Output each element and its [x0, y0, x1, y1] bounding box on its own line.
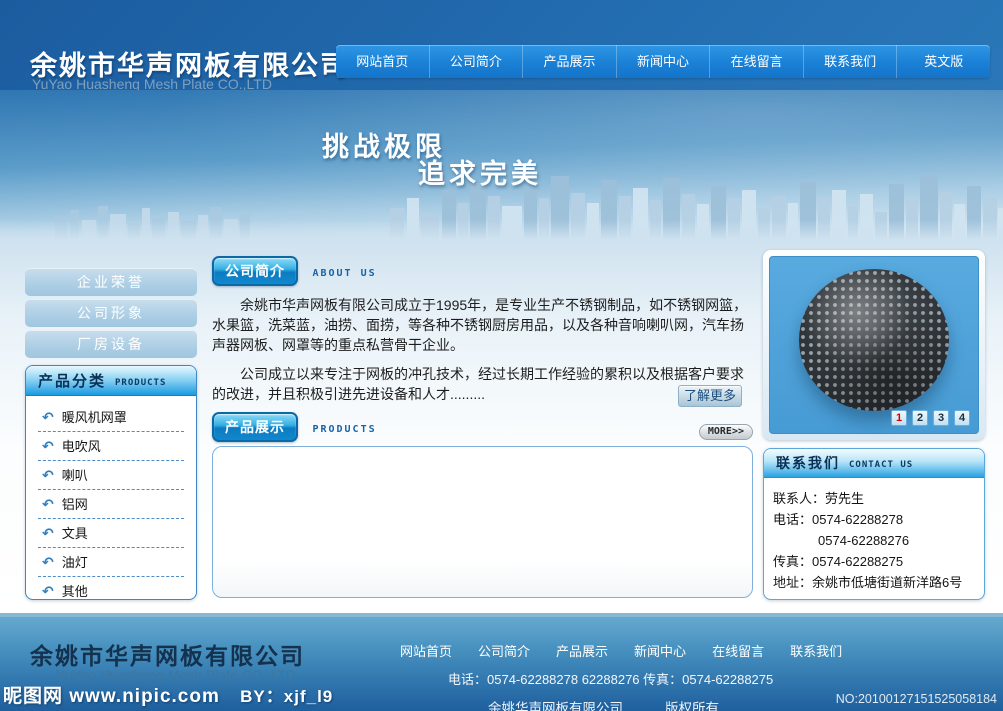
nav-item-4[interactable]: 新闻中心: [617, 45, 711, 78]
about-section-header: 公司简介 ABOUT US: [212, 256, 755, 286]
footer-serial-number: NO:20100127151525058184: [836, 692, 997, 706]
gallery-page-1[interactable]: 1: [891, 410, 907, 426]
category-item-2[interactable]: ↶ 电吹风: [38, 432, 184, 461]
contact-subtitle: CONTACT US: [849, 456, 913, 470]
about-paragraph-2: 公司成立以来专注于网板的冲孔技术，经过长期工作经验的累积以及根据客户要求的改进，…: [212, 364, 752, 404]
footer-nav-item-1[interactable]: 网站首页: [400, 641, 452, 660]
contact-line-1: 联系人：劳先生: [773, 488, 978, 509]
product-categories-list: ↶ 暖风机网罩 ↶ 电吹风 ↶ 喇叭 ↶ 铝网 ↶ 文具 ↶ 油灯 ↶ 其他: [26, 396, 196, 600]
footer-nav-item-5[interactable]: 在线留言: [712, 641, 764, 660]
category-label: 电吹风: [62, 436, 101, 455]
contact-line-2: 电话：0574-62288278: [773, 509, 978, 530]
category-label: 铝网: [62, 494, 88, 513]
products-section-subtitle: PRODUCTS: [312, 424, 376, 435]
product-gallery-card: 1234: [763, 250, 985, 440]
nav-item-6[interactable]: 联系我们: [804, 45, 898, 78]
learn-more-button[interactable]: 了解更多: [678, 385, 742, 407]
speaker-mesh-product-photo: [799, 269, 949, 411]
footer: 余姚市华声网板有限公司 YuYao Huasheng Mesh Plate CO…: [0, 613, 1003, 711]
footer-nav-item-2[interactable]: 公司简介: [478, 641, 530, 660]
footer-info: 网站首页 公司简介 产品展示 新闻中心 在线留言 联系我们 电话：0574-6228827…: [400, 641, 842, 711]
sidebar-button-1[interactable]: 企业荣誉: [25, 268, 197, 296]
nav-item-3[interactable]: 产品展示: [523, 45, 617, 78]
gallery-page-2[interactable]: 2: [912, 410, 928, 426]
sidebar-button-3[interactable]: 厂房设备: [25, 330, 197, 358]
contact-line-5: 地址：余姚市低塘街道新洋路6号: [773, 572, 978, 593]
product-categories-title: 产品分类: [38, 370, 106, 391]
curved-arrow-icon: ↶: [42, 555, 54, 569]
footer-nav-item-4[interactable]: 新闻中心: [634, 641, 686, 660]
gallery-pagination: 1234: [891, 410, 970, 426]
banner: 挑战极限 追求完美: [0, 90, 1003, 240]
slogan-line-2: 追求完美: [418, 152, 542, 191]
watermark: 昵图网 www.nipic.com BY：xjf_l9: [3, 681, 333, 708]
sidebar-button-2[interactable]: 公司形象: [25, 299, 197, 327]
nav-item-5[interactable]: 在线留言: [710, 45, 804, 78]
right-column: 1234 联系我们 CONTACT US 联系人：劳先生电话：0574-6228…: [763, 250, 985, 600]
about-section: 公司简介 ABOUT US 余姚市华声网板有限公司成立于1995年，是专业生产不…: [212, 256, 755, 404]
products-section-header: 产品展示 PRODUCTS MORE>>: [212, 412, 755, 442]
products-section-button[interactable]: 产品展示: [212, 412, 298, 442]
curved-arrow-icon: ↶: [42, 439, 54, 453]
nav-item-2[interactable]: 公司简介: [430, 45, 524, 78]
footer-nav-item-6[interactable]: 联系我们: [790, 641, 842, 660]
contact-card: 联系我们 CONTACT US 联系人：劳先生电话：0574-622882780…: [763, 448, 985, 600]
sidebar-buttons: 企业荣誉公司形象厂房设备: [25, 268, 197, 358]
curved-arrow-icon: ↶: [42, 497, 54, 511]
category-item-7[interactable]: ↶ 其他: [38, 577, 184, 600]
category-item-1[interactable]: ↶ 暖风机网罩: [38, 403, 184, 432]
category-item-5[interactable]: ↶ 文具: [38, 519, 184, 548]
product-categories-subtitle: PRODUCTS: [115, 374, 166, 388]
category-item-4[interactable]: ↶ 铝网: [38, 490, 184, 519]
category-item-3[interactable]: ↶ 喇叭: [38, 461, 184, 490]
skyline-fade: [0, 220, 1003, 240]
product-categories-box: 产品分类 PRODUCTS ↶ 暖风机网罩 ↶ 电吹风 ↶ 喇叭 ↶ 铝网 ↶ 文具 ↶ 油灯 ↶ 其他: [25, 365, 197, 600]
about-section-button[interactable]: 公司简介: [212, 256, 298, 286]
contact-line-3: 0574-62288276: [773, 530, 978, 551]
contact-title: 联系我们: [776, 453, 840, 473]
nav-item-7[interactable]: 英文版: [897, 45, 990, 78]
watermark-credit: BY：xjf_l9: [240, 687, 333, 706]
products-more-button[interactable]: MORE>>: [699, 424, 753, 440]
watermark-site: 昵图网 www.nipic.com: [3, 686, 220, 707]
products-display-box: [212, 446, 753, 598]
footer-phone-line: 电话：0574-62288278 62288276 传真：0574-622882…: [448, 669, 842, 688]
curved-arrow-icon: ↶: [42, 410, 54, 424]
sidebar: 企业荣誉公司形象厂房设备 产品分类 PRODUCTS ↶ 暖风机网罩 ↶ 电吹风 ↶ 喇叭…: [25, 268, 197, 600]
header: 余姚市华声网板有限公司 YuYao Huasheng Mesh Plate CO…: [0, 0, 1003, 90]
products-section: 产品展示 PRODUCTS MORE>>: [212, 412, 755, 598]
curved-arrow-icon: ↶: [42, 468, 54, 482]
footer-copyright: 余姚华声网板有限公司 版权所有: [488, 697, 842, 711]
curved-arrow-icon: ↶: [42, 584, 54, 598]
product-gallery-viewport: 1234: [769, 256, 979, 434]
nav-item-1[interactable]: 网站首页: [336, 45, 430, 78]
product-categories-header: 产品分类 PRODUCTS: [26, 366, 196, 396]
category-label: 喇叭: [62, 465, 88, 484]
page: 余姚市华声网板有限公司 YuYao Huasheng Mesh Plate CO…: [0, 0, 1003, 711]
gallery-page-4[interactable]: 4: [954, 410, 970, 426]
gallery-page-3[interactable]: 3: [933, 410, 949, 426]
footer-nav: 网站首页 公司简介 产品展示 新闻中心 在线留言 联系我们: [400, 641, 842, 660]
category-item-6[interactable]: ↶ 油灯: [38, 548, 184, 577]
footer-copyright-label: 版权所有: [665, 701, 719, 711]
footer-company-name: 余姚市华声网板有限公司: [30, 637, 305, 671]
category-label: 暖风机网罩: [62, 407, 127, 426]
category-label: 其他: [62, 581, 88, 600]
content: 企业荣誉公司形象厂房设备 产品分类 PRODUCTS ↶ 暖风机网罩 ↶ 电吹风 ↶ 喇叭…: [0, 240, 1003, 613]
category-label: 文具: [62, 523, 88, 542]
about-paragraph-1: 余姚市华声网板有限公司成立于1995年，是专业生产不锈钢制品，如不锈钢网篮，水果…: [212, 295, 752, 355]
curved-arrow-icon: ↶: [42, 526, 54, 540]
category-label: 油灯: [62, 552, 88, 571]
footer-nav-item-3[interactable]: 产品展示: [556, 641, 608, 660]
contact-details: 联系人：劳先生电话：0574-622882780574-62288276传真：0…: [764, 478, 984, 593]
footer-copyright-company: 余姚华声网板有限公司: [488, 701, 623, 711]
contact-card-header: 联系我们 CONTACT US: [764, 449, 984, 478]
contact-line-4: 传真：0574-62288275: [773, 551, 978, 572]
main-nav: 网站首页公司简介产品展示新闻中心在线留言联系我们英文版: [336, 45, 990, 78]
about-section-subtitle: ABOUT US: [312, 268, 376, 279]
